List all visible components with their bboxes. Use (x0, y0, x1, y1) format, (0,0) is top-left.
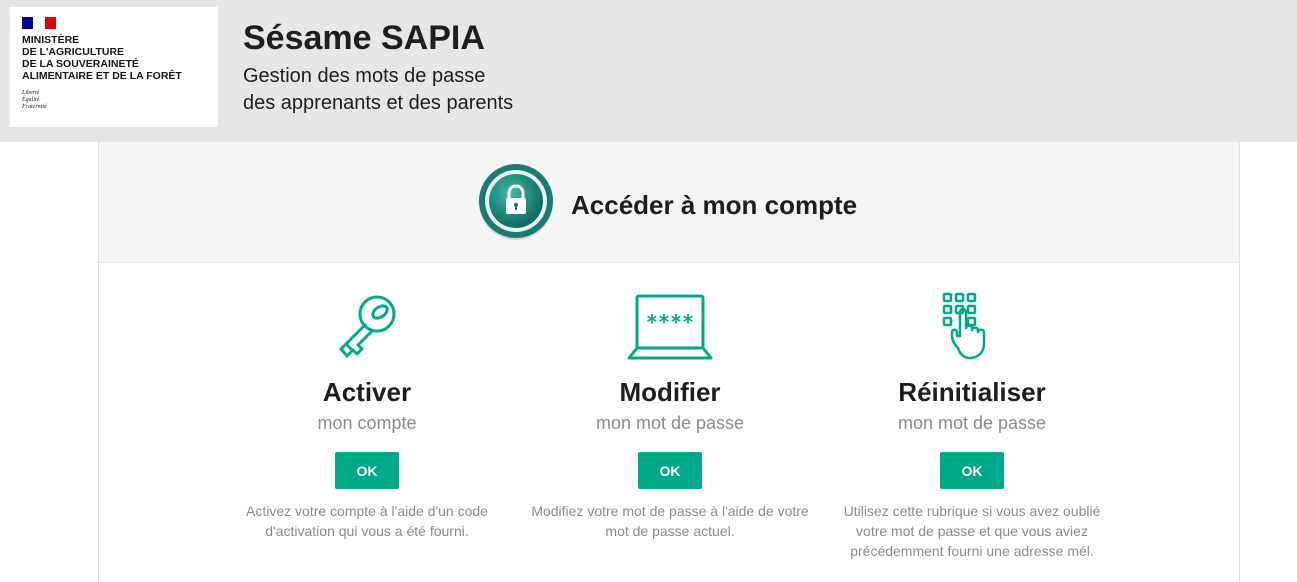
option-description: Modifiez votre mot de passe à l'aide de … (531, 503, 809, 539)
ministry-logo[interactable]: MINISTÈRE DE L'AGRICULTURE DE LA SOUVERA… (10, 7, 218, 127)
option-subtitle: mon mot de passe (897, 413, 1047, 433)
option-title: Modifier (619, 377, 721, 407)
account-access-card: Accéder à mon compte Activer mon compte … (98, 142, 1240, 582)
option-description: Activez votre compte à l'aide d'un code … (246, 503, 488, 539)
option-reset: Réinitialiser mon mot de passe OK Utilis… (832, 292, 1112, 561)
republic-motto: Liberté Égalité Fraternité (22, 90, 47, 110)
reset-ok-button[interactable]: OK (940, 452, 1004, 489)
padlock-icon (477, 163, 555, 241)
card-title: Accéder à mon compte (571, 190, 858, 220)
app-title: Sésame SAPIA (243, 19, 485, 57)
card-header: Accéder à mon compte (99, 142, 1239, 263)
activate-ok-button[interactable]: OK (335, 452, 399, 489)
keypad-touch-icon (832, 292, 1112, 364)
svg-text:****: **** (646, 310, 694, 334)
option-activate: Activer mon compte OK Activez votre comp… (227, 292, 507, 541)
option-description: Utilisez cette rubrique si vous avez oub… (843, 503, 1101, 559)
option-modify: **** Modifier mon mot de passe OK Modifi… (530, 292, 810, 541)
option-title: Activer (322, 377, 412, 407)
laptop-password-icon: **** (530, 292, 810, 364)
modify-ok-button[interactable]: OK (638, 452, 702, 489)
option-subtitle: mon mot de passe (595, 413, 745, 433)
ministry-name: MINISTÈRE DE L'AGRICULTURE DE LA SOUVERA… (22, 34, 182, 82)
site-header: MINISTÈRE DE L'AGRICULTURE DE LA SOUVERA… (0, 0, 1297, 142)
option-title: Réinitialiser (898, 377, 1046, 407)
key-icon (227, 292, 507, 364)
french-flag-icon (22, 17, 56, 29)
option-subtitle: mon compte (317, 413, 417, 433)
app-subtitle: Gestion des mots de passe des apprenants… (243, 65, 514, 114)
